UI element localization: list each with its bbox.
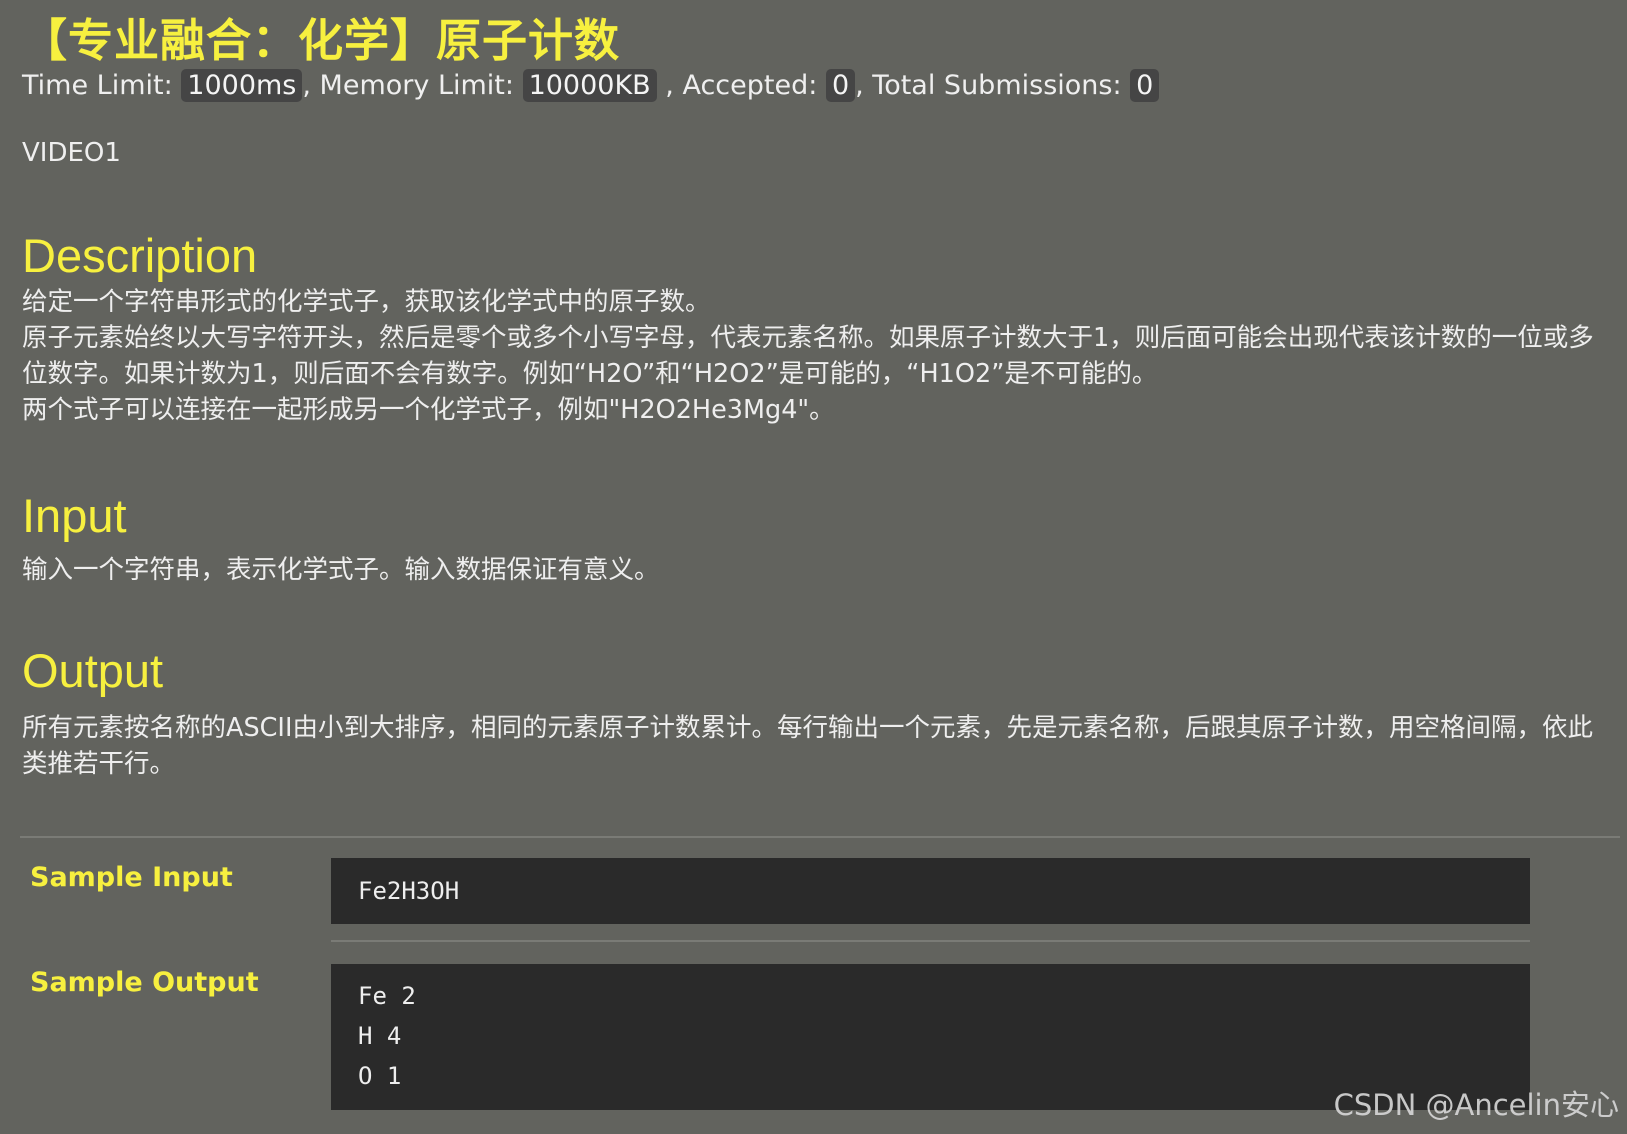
sample-input-line: Fe2H3OH	[358, 877, 460, 905]
output-text: 所有元素按名称的ASCII由小到大排序，相同的元素原子计数累计。每行输出一个元素…	[22, 713, 1593, 779]
sample-output-line: Fe 2	[358, 982, 416, 1010]
accepted-label: , Accepted:	[665, 70, 818, 101]
time-limit-label: Time Limit:	[22, 70, 173, 101]
video-link[interactable]: VIDEO1	[22, 138, 121, 168]
total-submissions-value: 0	[1130, 69, 1160, 102]
section-divider	[20, 836, 1620, 838]
description-line: 两个式子可以连接在一起形成另一个化学式子，例如"H2O2He3Mg4"。	[22, 395, 835, 425]
output-body: 所有元素按名称的ASCII由小到大排序，相同的元素原子计数累计。每行输出一个元素…	[22, 710, 1612, 782]
problem-title: 【专业融合：化学】原子计数	[22, 14, 621, 67]
output-heading: Output	[22, 644, 164, 697]
memory-limit-label: , Memory Limit:	[302, 70, 514, 101]
input-text: 输入一个字符串，表示化学式子。输入数据保证有意义。	[22, 555, 660, 585]
description-line: 给定一个字符串形式的化学式子，获取该化学式中的原子数。	[22, 287, 711, 317]
memory-limit-value: 10000KB	[522, 69, 657, 102]
input-heading: Input	[22, 489, 127, 542]
sample-output-line: O 1	[358, 1062, 402, 1090]
description-body: 给定一个字符串形式的化学式子，获取该化学式中的原子数。 原子元素始终以大写字符开…	[22, 284, 1612, 428]
sample-output-line: H 4	[358, 1022, 402, 1050]
sample-input-box[interactable]: Fe2H3OH	[331, 858, 1530, 924]
description-heading: Description	[22, 229, 258, 282]
sample-divider	[331, 940, 1530, 942]
input-body: 输入一个字符串，表示化学式子。输入数据保证有意义。	[22, 552, 1612, 588]
sample-input-label: Sample Input	[30, 862, 233, 893]
watermark: CSDN @Ancelin安心	[1333, 1088, 1619, 1122]
description-line: 原子元素始终以大写字符开头，然后是零个或多个小写字母，代表元素名称。如果原子计数…	[22, 323, 1594, 389]
total-submissions-label: , Total Submissions:	[855, 70, 1122, 101]
time-limit-value: 1000ms	[181, 69, 303, 102]
accepted-value: 0	[825, 69, 856, 102]
limits-bar: Time Limit: 1000ms, Memory Limit: 10000K…	[22, 69, 1160, 102]
sample-output-label: Sample Output	[30, 967, 259, 998]
